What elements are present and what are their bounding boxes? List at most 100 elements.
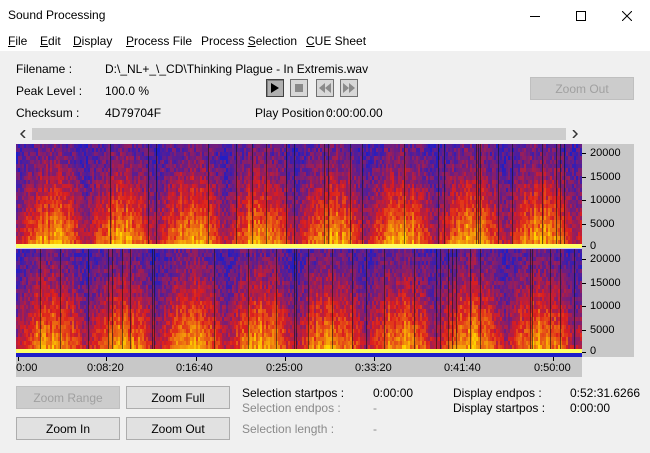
spectrogram-cell — [186, 172, 189, 177]
spectrogram-cell — [228, 156, 231, 161]
spectrogram-cell — [92, 164, 95, 169]
scroll-thumb[interactable] — [32, 128, 566, 140]
spectrogram-cell — [128, 168, 131, 173]
spectrogram-cell — [94, 180, 97, 185]
spectrogram-cell — [338, 160, 341, 165]
spectrogram-cell — [332, 172, 335, 177]
minimize-button[interactable] — [512, 0, 558, 31]
spectrogram-cell — [164, 192, 167, 197]
spectrogram-cell — [300, 236, 303, 241]
spectrogram-cell — [306, 212, 309, 217]
spectrogram-cell — [348, 196, 351, 201]
spectrogram-cell — [384, 196, 387, 201]
spectrogram-cell — [332, 236, 335, 241]
spectrogram-cell — [26, 168, 29, 173]
spectrogram-cell — [300, 148, 303, 153]
spectrogram-cell — [228, 240, 231, 245]
maximize-button[interactable] — [558, 0, 604, 31]
spectrogram-cell — [76, 152, 79, 157]
spectrogram-cell — [212, 200, 215, 205]
spectrogram-cell — [352, 216, 355, 221]
rewind-button[interactable] — [316, 79, 334, 97]
spectrogram-cell — [114, 220, 117, 225]
spectrogram-cell — [62, 216, 65, 221]
zoom-out-top-button[interactable]: Zoom Out — [530, 77, 634, 100]
spectrogram-cell — [178, 172, 181, 177]
play-button[interactable] — [266, 79, 284, 97]
spectrogram-cell — [390, 236, 393, 241]
spectrogram-cell — [246, 204, 249, 209]
close-button[interactable] — [604, 0, 650, 31]
spectrogram-cell — [374, 144, 377, 149]
menu-process-file[interactable]: Process File — [126, 34, 192, 48]
spectrogram-cell — [180, 172, 183, 177]
spectrogram-cell — [370, 156, 373, 161]
spectrogram-cell — [248, 184, 251, 189]
spectrogram-cell — [24, 168, 27, 173]
spectrogram-cell — [274, 184, 277, 189]
spectrogram-cell — [378, 144, 381, 149]
menu-file[interactable]: File — [8, 34, 27, 48]
menu-edit[interactable]: Edit — [40, 34, 61, 48]
spectrogram-cell — [280, 176, 283, 181]
menu-display[interactable]: Display — [73, 34, 112, 48]
spectrogram-cell — [22, 176, 25, 181]
spectrogram-cell — [254, 228, 257, 233]
spectrogram-cell — [232, 240, 235, 245]
menu-cue-sheet[interactable]: CUE Sheet — [306, 34, 366, 48]
spectrogram-cell — [174, 164, 177, 169]
spectrogram-cell — [214, 148, 217, 153]
spectrogram-cell — [204, 216, 207, 221]
spectrogram-cell — [340, 240, 343, 245]
spectrogram[interactable] — [16, 144, 582, 357]
spectrogram-cell — [382, 208, 385, 213]
stop-button[interactable] — [290, 79, 308, 97]
spectrogram-cell — [298, 172, 301, 177]
spectrogram-cell — [352, 180, 355, 185]
spectrogram-cell — [312, 188, 315, 193]
spectrogram-cell — [394, 180, 397, 185]
spectrogram-cell — [240, 152, 243, 157]
spectrogram-cell — [238, 156, 241, 161]
spectrogram-cell — [186, 148, 189, 153]
fast-forward-button[interactable] — [340, 79, 358, 97]
spectrogram-cell — [296, 212, 299, 217]
scroll-right-icon[interactable] — [568, 127, 582, 141]
spectrogram-cell — [152, 192, 155, 197]
spectrogram-cell — [272, 148, 275, 153]
spectrogram-cell — [392, 156, 395, 161]
spectrogram-cell — [68, 180, 71, 185]
spectrogram-cell — [42, 152, 45, 157]
menu-process-selection[interactable]: Process Selection — [201, 34, 297, 48]
spectrogram-cell — [170, 240, 173, 245]
spectrogram-cell — [322, 168, 325, 173]
spectrogram-cell — [346, 160, 349, 165]
spectrogram-cell — [170, 224, 173, 229]
spectrogram-cell — [212, 232, 215, 237]
spectrogram-cell — [50, 156, 53, 161]
spectrogram-cell — [24, 164, 27, 169]
spectrogram-cell — [196, 152, 199, 157]
spectrogram-cell — [92, 160, 95, 165]
spectrogram-channel-left[interactable] — [16, 144, 582, 248]
spectrogram-cell — [160, 148, 163, 153]
spectrogram-cell — [128, 216, 131, 221]
spectrogram-cell — [94, 200, 97, 205]
spectrogram-cell — [254, 236, 257, 241]
spectrogram-cell — [40, 176, 43, 181]
spectrogram-cell — [152, 152, 155, 157]
spectrogram-cell — [152, 156, 155, 161]
spectrogram-cell — [270, 156, 273, 161]
horizontal-scrollbar[interactable] — [16, 127, 582, 141]
spectrogram-cell — [360, 184, 363, 189]
spectrogram-cell — [154, 168, 157, 173]
spectrogram-cell — [206, 148, 209, 153]
spectrogram-cell — [32, 184, 35, 189]
spectrogram-cell — [342, 240, 345, 245]
spectrogram-cell — [318, 144, 321, 149]
spectrogram-cell — [224, 192, 227, 197]
spectrogram-cell — [318, 216, 321, 221]
scroll-left-icon[interactable] — [16, 127, 30, 141]
spectrogram-cell — [70, 240, 73, 245]
spectrogram-cell — [112, 148, 115, 153]
